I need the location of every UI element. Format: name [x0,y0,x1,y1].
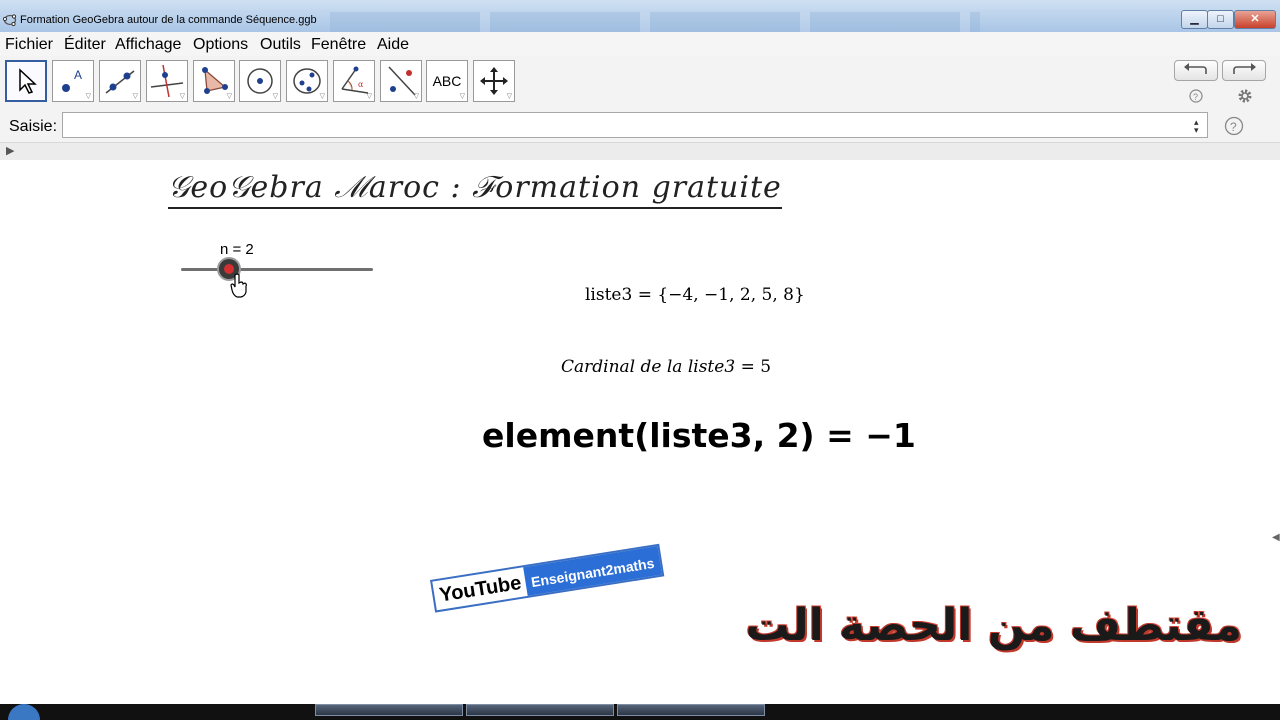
page-title: 𝒢eo𝒢ebra ℳaroc : ℱormation gratuite [168,170,782,209]
polygon-tool-button[interactable]: ▽ [193,60,235,102]
menu-fichier[interactable]: Fichier [5,36,53,54]
input-bar: Saisie: ▴ ▾ ? [0,110,1280,142]
youtube-channel-badge: YouTube Enseignant2maths [430,543,665,613]
cursor-arrow-icon [19,68,37,94]
svg-text:α: α [358,80,364,89]
chevron-down-icon: ▽ [226,93,232,100]
move-graphics-tool-button[interactable]: ▽ [473,60,515,102]
maximize-button[interactable]: □ [1207,10,1234,29]
expand-arrow-icon[interactable]: ▶ [6,144,14,157]
start-button[interactable] [8,704,40,720]
svg-text:A: A [74,68,82,82]
svg-text:?: ? [1230,120,1237,134]
text-tool-label: ABC [432,73,462,89]
arabic-caption: مقتطف من الحصة الت [745,600,1242,651]
taskbar-window-button[interactable] [315,704,463,716]
cardinal-value: = 5 [740,357,772,377]
chevron-down-icon: ▽ [319,93,325,100]
taskbar [0,704,1280,720]
undo-icon [1184,63,1207,74]
chevron-down-icon: ▽ [85,93,91,100]
menu-aide[interactable]: Aide [377,36,409,54]
cardinal-label: Cardinal de la liste3 [561,357,736,377]
cardinal-text: Cardinal de la liste3 = 5 [561,357,771,377]
perpendicular-tool-button[interactable]: ▽ [146,60,188,102]
menu-editer[interactable]: Éditer [64,36,106,54]
channel-name: Enseignant2maths [522,545,663,596]
menu-fenetre[interactable]: Fenêtre [311,36,366,54]
toolbar: A ▽ ▽ ▽ ▽ ▽ ▽ α ▽ ▽ ABC ▽ ▽ ? [0,56,1280,111]
youtube-logo-text: YouTube [437,571,523,607]
redo-icon [1233,63,1256,74]
chevron-down-icon: ▽ [413,93,419,100]
taskbar-window-button[interactable] [466,704,614,716]
input-label: Saisie: [9,118,58,135]
element-result: element(liste3, 2) = −1 [482,416,916,455]
move-tool-button[interactable] [5,60,47,102]
point-tool-button[interactable]: A ▽ [52,60,94,102]
chevron-down-icon: ▽ [459,93,465,100]
redo-button[interactable] [1222,60,1266,81]
minimize-button[interactable]: ▁ [1181,10,1208,29]
panel-resize-handle-icon[interactable]: ◀ [1272,532,1280,543]
reflect-tool-button[interactable]: ▽ [380,60,422,102]
input-help-icon[interactable]: ? [1224,116,1244,136]
graphics-view[interactable]: 𝒢eo𝒢ebra ℳaroc : ℱormation gratuite n = … [0,160,1280,704]
geogebra-window: Formation GeoGebra autour de la commande… [0,0,1280,704]
list-definition: liste3 = {−4, −1, 2, 5, 8} [585,285,805,305]
hand-cursor-icon [230,273,247,298]
close-button[interactable]: ✕ [1234,10,1276,29]
chevron-down-icon: ▽ [179,93,185,100]
chevron-down-icon: ▽ [272,93,278,100]
slider-track[interactable] [181,268,373,271]
algebra-view-collapsed-bar: ▶ [0,142,1280,161]
window-title: Formation GeoGebra autour de la commande… [20,14,317,26]
input-history-dropdown-icon[interactable]: ▴ ▾ [1194,118,1199,135]
chevron-down-icon: ▽ [506,93,512,100]
gear-icon[interactable] [1237,88,1253,104]
help-icon[interactable]: ? [1189,89,1203,103]
svg-text:?: ? [1193,92,1198,102]
text-tool-button[interactable]: ABC ▽ [426,60,468,102]
background-window-tabs [330,12,980,32]
line-tool-button[interactable]: ▽ [99,60,141,102]
chevron-down-icon: ▽ [366,93,372,100]
taskbar-window-button[interactable] [617,704,765,716]
menu-bar: Fichier Éditer Affichage Options Outils … [0,32,1280,56]
menu-affichage[interactable]: Affichage [115,36,181,54]
undo-button[interactable] [1174,60,1218,81]
geogebra-app-icon [3,14,17,27]
chevron-down-icon: ▽ [132,93,138,100]
angle-tool-button[interactable]: α ▽ [333,60,375,102]
conic-tool-button[interactable]: ▽ [286,60,328,102]
title-bar: Formation GeoGebra autour de la commande… [0,0,1280,32]
menu-options[interactable]: Options [193,36,248,54]
circle-tool-button[interactable]: ▽ [239,60,281,102]
slider-label: n = 2 [220,241,254,258]
input-field[interactable] [62,112,1208,138]
menu-outils[interactable]: Outils [260,36,301,54]
